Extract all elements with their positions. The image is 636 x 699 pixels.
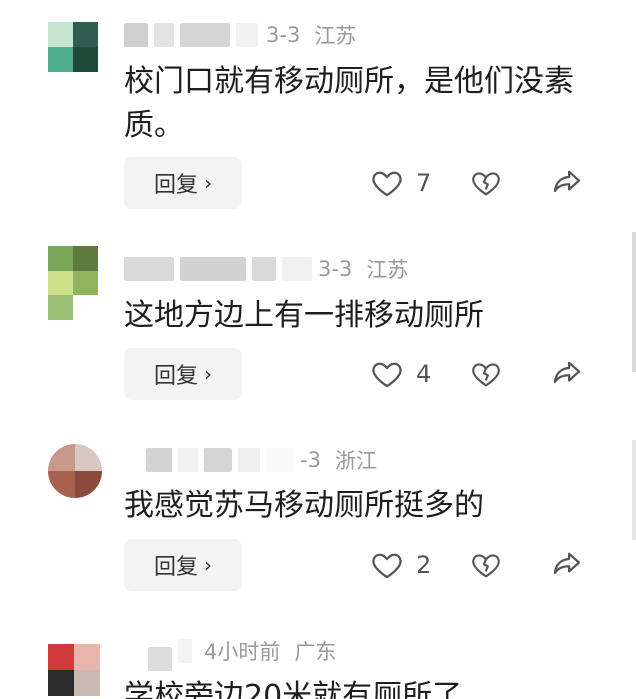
comment-date: 3-3 — [266, 23, 301, 47]
username-redacted — [180, 23, 230, 47]
dislike-button[interactable] — [470, 358, 550, 390]
username-redacted — [282, 257, 312, 281]
comment-meta: -3 浙江 — [124, 445, 385, 475]
comment-text: 校门口就有移动厕所，是他们没素质。 — [124, 64, 574, 143]
comment-date: 3-3 — [318, 257, 353, 281]
comment-text: 我感觉苏马移动厕所挺多的 — [124, 488, 484, 523]
like-count: 2 — [416, 551, 432, 579]
like-button[interactable]: 4 — [370, 357, 470, 391]
username-redacted[interactable] — [146, 448, 172, 472]
comment-meta: 3-3 江苏 — [124, 254, 416, 284]
avatar[interactable] — [48, 644, 100, 696]
username-redacted — [178, 639, 192, 663]
username-redacted — [204, 448, 232, 472]
comment-meta: 3-3 江苏 — [124, 20, 364, 50]
reply-label: 回复 — [153, 555, 198, 580]
avatar[interactable] — [48, 22, 98, 72]
comment-text: 这地方边上有一排移动厕所 — [124, 298, 484, 333]
broken-heart-icon — [472, 363, 500, 387]
chevron-right-icon: › — [204, 553, 212, 577]
broken-heart-icon — [472, 554, 500, 578]
reply-button[interactable]: 回复 › — [124, 539, 242, 591]
like-button[interactable]: 7 — [370, 166, 470, 200]
comment-location: 江苏 — [366, 258, 409, 282]
username-redacted — [252, 257, 276, 281]
comment-date: -3 — [300, 448, 321, 472]
share-button[interactable] — [550, 164, 584, 202]
reply-label: 回复 — [153, 364, 198, 389]
username-redacted[interactable] — [148, 647, 172, 671]
comment-date: 4小时前 — [204, 640, 281, 664]
scrollbar[interactable] — [632, 232, 636, 372]
heart-icon — [372, 362, 402, 388]
username-redacted[interactable] — [124, 257, 174, 281]
comment-actions: 7 — [370, 157, 584, 209]
chevron-right-icon: › — [204, 171, 212, 195]
username-redacted — [154, 23, 174, 47]
comment-actions: 2 — [370, 539, 584, 591]
share-arrow-icon — [553, 361, 581, 384]
broken-heart-icon — [472, 172, 500, 196]
comment-meta: 4小时前 广东 — [124, 636, 344, 671]
username-redacted[interactable] — [124, 23, 148, 47]
comment-location: 江苏 — [314, 24, 357, 48]
share-arrow-icon — [553, 170, 581, 193]
like-button[interactable]: 2 — [370, 548, 470, 582]
like-count: 4 — [416, 360, 432, 388]
share-button[interactable] — [550, 355, 584, 393]
dislike-button[interactable] — [470, 549, 550, 581]
username-redacted — [236, 23, 258, 47]
comment-location: 浙江 — [334, 449, 377, 473]
username-redacted — [266, 448, 294, 472]
reply-button[interactable]: 回复 › — [124, 157, 242, 209]
avatar[interactable] — [48, 444, 102, 498]
comment-location: 广东 — [294, 640, 337, 664]
username-redacted — [180, 257, 246, 281]
comment-text: 学校旁边20米就有厕所了 — [124, 679, 463, 699]
like-count: 7 — [416, 169, 432, 197]
share-arrow-icon — [553, 552, 581, 575]
username-redacted — [238, 448, 260, 472]
username-redacted — [178, 448, 198, 472]
chevron-right-icon: › — [204, 362, 212, 386]
dislike-button[interactable] — [470, 167, 550, 199]
reply-label: 回复 — [153, 173, 198, 198]
heart-icon — [372, 553, 402, 579]
scrollbar[interactable] — [632, 440, 636, 540]
share-button[interactable] — [550, 546, 584, 584]
reply-button[interactable]: 回复 › — [124, 348, 242, 400]
comment-actions: 4 — [370, 348, 584, 400]
avatar[interactable] — [48, 246, 98, 320]
heart-icon — [372, 171, 402, 197]
